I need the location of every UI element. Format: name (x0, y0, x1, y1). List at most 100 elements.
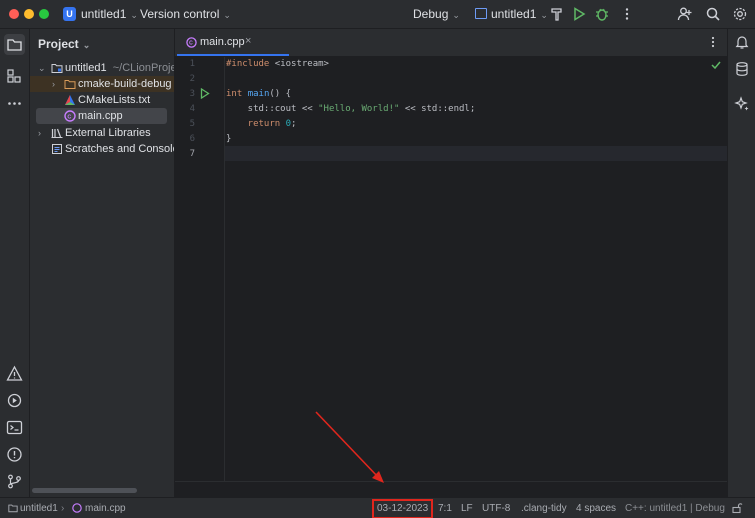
cmake-icon (64, 94, 76, 106)
chevron-right-icon[interactable]: › (52, 76, 62, 92)
line-number: 4 (189, 104, 195, 114)
cpp-file-icon: C (186, 37, 197, 48)
run-gutter-icon[interactable] (200, 88, 210, 99)
code-string: "Hello, World!" (318, 104, 400, 114)
code-editor[interactable]: C main.cpp × 1 2 3 4 5 6 7 #include <ios… (175, 29, 727, 498)
tree-item-external-libraries[interactable]: › External Libraries (30, 125, 174, 141)
line-number: 5 (189, 119, 195, 129)
project-tool-button[interactable] (4, 34, 25, 55)
svg-text:C: C (67, 114, 71, 120)
breadcrumb-file[interactable]: main.cpp (85, 503, 126, 514)
lock-unlocked-icon[interactable] (731, 502, 743, 514)
version-control-menu[interactable]: Version control ⌄ (140, 7, 231, 21)
maximize-window-button[interactable] (39, 9, 49, 19)
line-number: 6 (189, 134, 195, 144)
chevron-down-icon[interactable]: ⌄ (38, 60, 48, 76)
tree-item-label: Scratches and Consoles (65, 143, 175, 155)
code-function-name: main (247, 89, 270, 99)
version-control-label: Version control (140, 7, 220, 21)
chevron-right-icon[interactable]: › (38, 125, 48, 141)
tree-item-label: CMakeLists.txt (78, 94, 151, 106)
services-icon[interactable] (6, 392, 23, 409)
tree-item-cmake-build-debug[interactable]: › cmake-build-debug (30, 76, 174, 92)
more-icon[interactable] (6, 95, 23, 112)
tree-item-root[interactable]: ⌄ untitled1 ~/CLionProjects (30, 60, 174, 76)
left-tool-strip (0, 29, 30, 497)
chevron-down-icon: ⌄ (82, 40, 91, 50)
debug-bug-icon[interactable] (594, 6, 610, 22)
gear-icon[interactable] (732, 6, 748, 22)
tree-item-label: External Libraries (65, 127, 151, 139)
tree-item-label: main.cpp (78, 110, 123, 122)
inspection-ok-check-icon[interactable] (711, 60, 721, 70)
status-indent[interactable]: 4 spaces (576, 503, 616, 514)
close-icon[interactable]: × (245, 35, 251, 47)
status-context-config: Debug (695, 503, 725, 514)
status-line-ending[interactable]: LF (461, 503, 473, 514)
scratches-icon (51, 143, 63, 155)
editor-tab-bar: C main.cpp × (175, 29, 727, 57)
warning-circle-icon[interactable] (6, 446, 23, 463)
tree-item-main-cpp[interactable]: C main.cpp (36, 108, 167, 124)
project-panel: Project⌄ ⌄ untitled1 ~/CLionProjects › c… (30, 29, 175, 497)
ai-assistant-sparkle-icon[interactable] (734, 96, 750, 112)
code-line-5: return 0; (226, 119, 297, 129)
tab-main-cpp[interactable]: C main.cpp × (177, 29, 291, 56)
tree-item-cmakelists[interactable]: CMakeLists.txt (30, 92, 174, 108)
code-line-1: #include <iostream> (226, 59, 329, 69)
project-badge[interactable]: U (63, 7, 76, 21)
more-vertical-icon[interactable] (619, 6, 635, 22)
code-text: } (226, 134, 232, 144)
build-config-selector[interactable]: Debug ⌄ (413, 7, 460, 21)
annotation-arrow-icon (315, 411, 384, 483)
status-linter[interactable]: .clang-tidy (521, 503, 567, 514)
code-directive: #include (226, 59, 270, 69)
problems-icon[interactable] (6, 365, 23, 382)
status-bar: untitled1 › main.cpp 03-12-2023 7:1 LF U… (0, 497, 755, 518)
tab-options-more-icon[interactable] (707, 35, 719, 49)
structure-icon[interactable] (6, 68, 23, 85)
breadcrumb-project[interactable]: untitled1 (20, 503, 58, 514)
gutter-separator (224, 57, 225, 497)
close-window-button[interactable] (9, 9, 19, 19)
code-keyword: int (226, 89, 243, 99)
tree-item-label: cmake-build-debug (78, 78, 172, 90)
cmake-target-icon (475, 8, 487, 19)
run-target-selector[interactable]: untitled1 ⌄ (475, 7, 548, 21)
project-breadcrumb-icon (8, 503, 18, 513)
cpp-file-icon: C (64, 110, 76, 122)
chevron-down-icon: ⌄ (452, 10, 460, 20)
code-line-4: std::cout << "Hello, World!" << std::end… (226, 104, 476, 114)
line-number: 1 (189, 59, 195, 69)
status-encoding[interactable]: UTF-8 (482, 503, 510, 514)
build-hammer-icon[interactable] (549, 6, 565, 22)
run-icon[interactable] (571, 6, 587, 22)
project-panel-header[interactable]: Project ⌄ (38, 37, 90, 51)
tab-label: main.cpp (200, 36, 245, 48)
folder-icon (51, 62, 63, 74)
chevron-down-icon: ⌄ (130, 10, 138, 20)
horizontal-scrollbar[interactable] (32, 488, 137, 493)
status-caret-position[interactable]: 7:1 (438, 503, 452, 514)
build-config-label: Debug (413, 7, 449, 21)
project-selector[interactable]: untitled1 ⌄ (81, 7, 138, 21)
notifications-bell-icon[interactable] (734, 34, 750, 50)
line-number-current: 7 (189, 149, 195, 159)
breadcrumb-separator-chevron-icon: › (61, 503, 65, 514)
library-icon (51, 127, 63, 139)
status-context[interactable]: C++: untitled1 | Debug (625, 503, 725, 514)
terminal-icon[interactable] (6, 419, 23, 436)
database-icon[interactable] (734, 61, 750, 77)
minimize-window-button[interactable] (24, 9, 34, 19)
search-icon[interactable] (705, 6, 721, 22)
code-line-3: int main() { (226, 89, 291, 99)
tree-item-path: ~/CLionProjects (112, 62, 174, 74)
title-bar: U untitled1 ⌄ Version control ⌄ Debug ⌄ unt… (0, 0, 755, 29)
project-panel-title: Project (38, 37, 79, 51)
code-text: ; (291, 119, 297, 129)
tree-item-scratches[interactable]: Scratches and Consoles (30, 141, 174, 157)
status-date[interactable]: 03-12-2023 (377, 503, 428, 514)
code-line-6: } (226, 134, 231, 144)
add-user-icon[interactable] (677, 6, 693, 22)
git-icon[interactable] (6, 473, 23, 490)
